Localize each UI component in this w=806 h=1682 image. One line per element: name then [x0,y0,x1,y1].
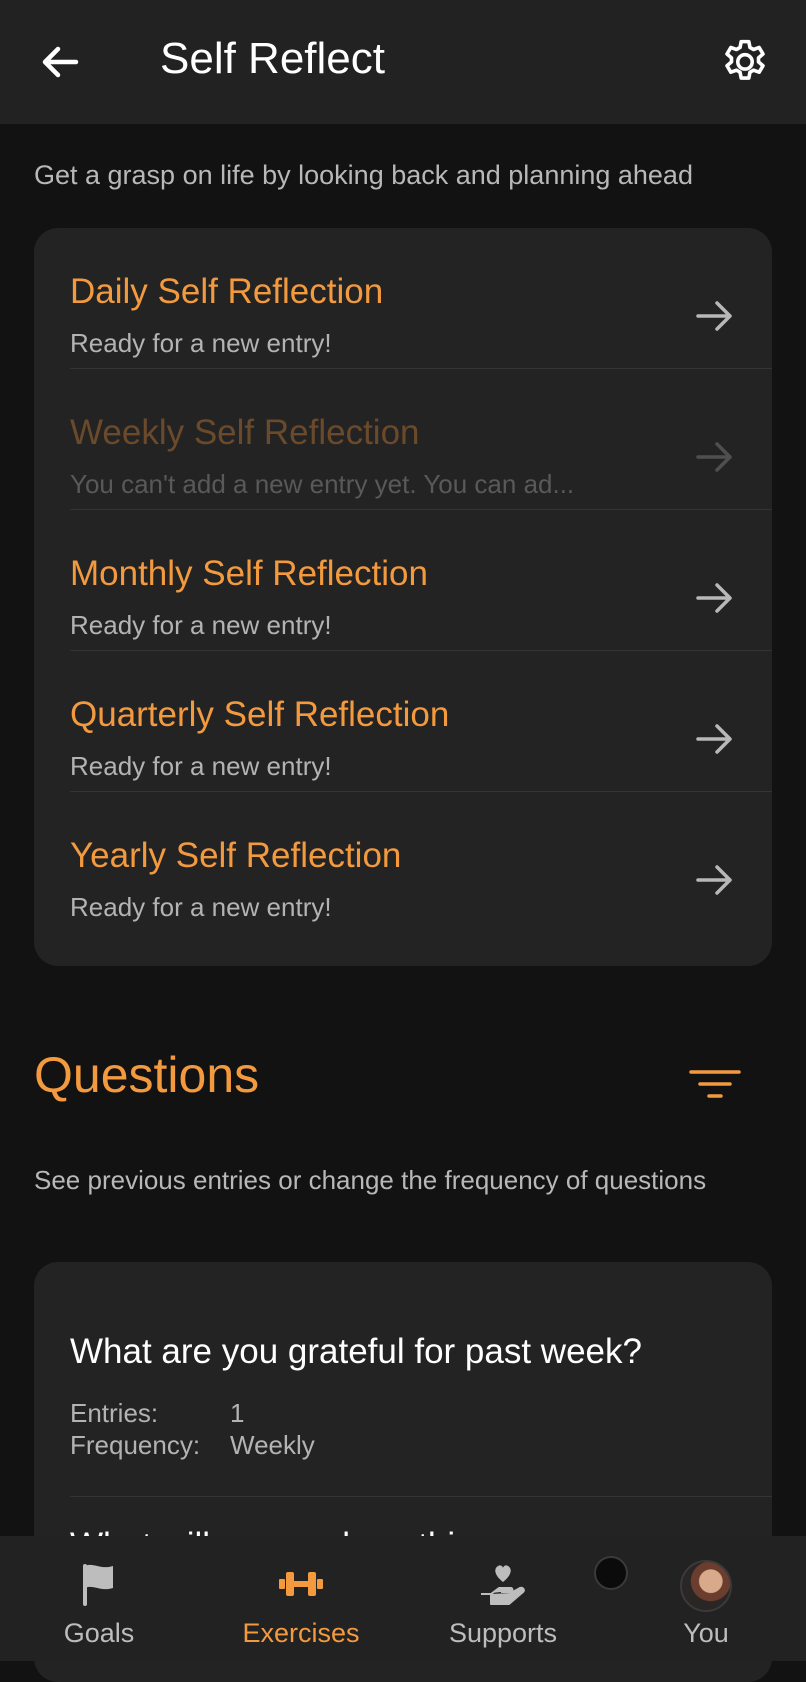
arrow-right-icon [696,724,732,754]
questions-description: See previous entries or change the frequ… [34,1165,707,1195]
entries-value: 1 [230,1398,245,1428]
questions-heading: Questions [34,1047,260,1103]
avatar [680,1560,732,1612]
row-status: You can't add a new entry yet. You can a… [70,469,575,499]
row-title: Quarterly Self Reflection [70,695,450,734]
dumbbell-icon [279,1572,323,1596]
row-title: Monthly Self Reflection [70,554,428,593]
row-status: Ready for a new entry! [70,610,332,640]
nav-exercises[interactable]: Exercises [221,1536,381,1661]
top-app-bar: Self Reflect [0,0,806,124]
frequency-label: Frequency: [70,1430,201,1460]
nav-label: You [683,1618,729,1648]
settings-gear-icon[interactable] [718,36,772,90]
nav-you[interactable]: You [626,1536,786,1661]
floating-indicator-dot[interactable] [594,1556,628,1590]
bottom-navigation: Goals Exercises Supports You [0,1536,806,1661]
weekly-reflection-row[interactable]: Weekly Self Reflection You can't add a n… [70,369,772,510]
question-text: What are you grateful for past week? [70,1332,642,1371]
question-item[interactable]: What are you grateful for past week? Ent… [70,1262,772,1497]
entries-label: Entries: [70,1398,159,1428]
reflections-card: Daily Self Reflection Ready for a new en… [34,228,772,966]
arrow-right-icon [696,865,732,895]
row-title: Weekly Self Reflection [70,413,420,452]
row-status: Ready for a new entry! [70,751,332,781]
row-status: Ready for a new entry! [70,328,332,358]
quarterly-reflection-row[interactable]: Quarterly Self Reflection Ready for a ne… [70,651,772,792]
row-title: Yearly Self Reflection [70,836,402,875]
frequency-value: Weekly [230,1430,315,1460]
nav-goals[interactable]: Goals [19,1536,179,1661]
back-arrow-icon[interactable] [36,38,84,86]
flag-icon [83,1564,113,1606]
nav-label: Goals [63,1618,135,1648]
frequency-meta: Frequency: Weekly [70,1430,315,1461]
entries-meta: Entries: 1 [70,1398,244,1429]
yearly-reflection-row[interactable]: Yearly Self Reflection Ready for a new e… [70,792,772,932]
row-status: Ready for a new entry! [70,892,332,922]
nav-label: Supports [448,1618,558,1648]
daily-reflection-row[interactable]: Daily Self Reflection Ready for a new en… [70,228,772,369]
filter-icon[interactable] [688,1066,742,1106]
arrow-right-icon [696,583,732,613]
monthly-reflection-row[interactable]: Monthly Self Reflection Ready for a new … [70,510,772,651]
nav-supports[interactable]: Supports [423,1536,583,1661]
arrow-right-icon [696,301,732,331]
heart-hand-icon [481,1565,525,1605]
nav-label: Exercises [242,1618,360,1648]
arrow-right-icon [696,442,732,472]
row-title: Daily Self Reflection [70,272,384,311]
page-title: Self Reflect [160,34,385,83]
page-subtitle: Get a grasp on life by looking back and … [34,160,693,190]
